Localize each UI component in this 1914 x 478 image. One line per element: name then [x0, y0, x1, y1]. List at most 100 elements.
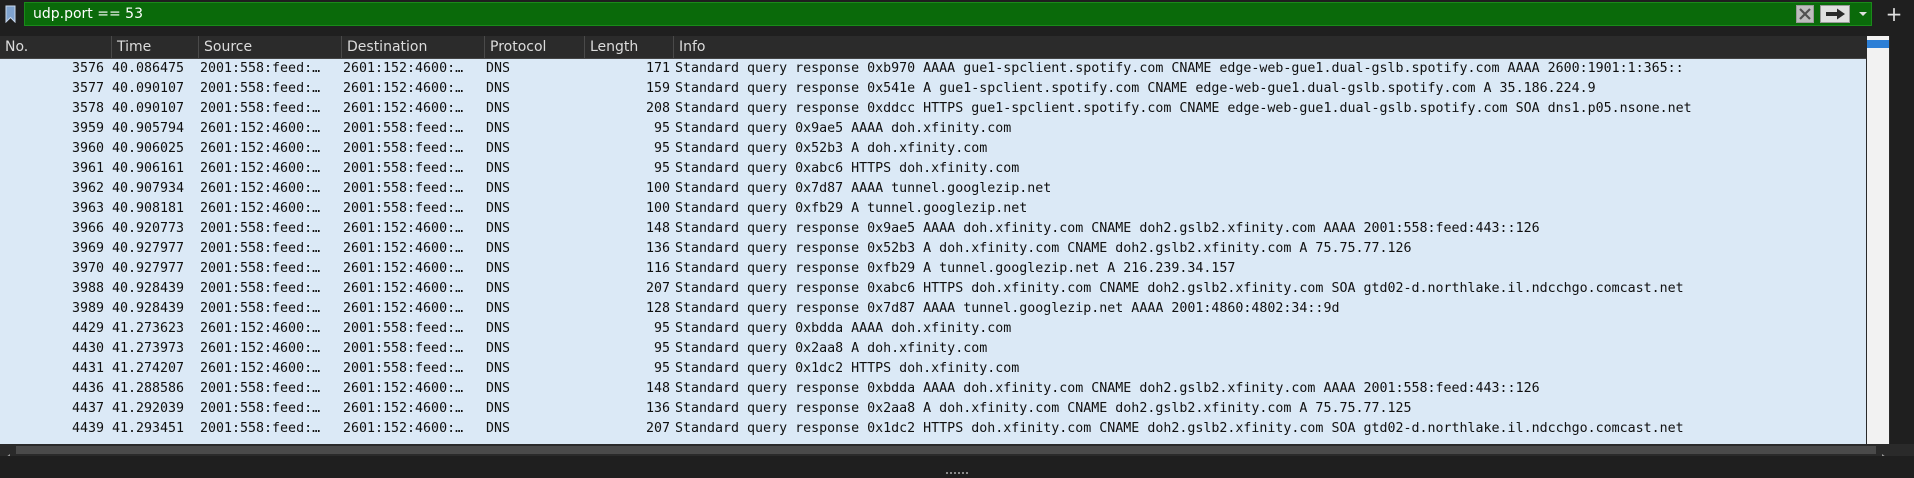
clear-filter-button[interactable] [1796, 5, 1814, 23]
cell-source: 2601:152:4600:… [200, 361, 321, 376]
table-row[interactable]: 4437 41.292039 2001:558:feed:… 2601:152:460… [0, 399, 1866, 419]
column-header-info[interactable]: Info [674, 36, 1866, 58]
packet-rows: 3576 40.086475 2001:558:feed:… 2601:152:460… [0, 59, 1866, 439]
column-header-protocol[interactable]: Protocol [485, 36, 585, 58]
cell-time: 40.086475 [112, 61, 185, 76]
cell-destination: 2001:558:feed:… [343, 141, 464, 156]
cell-source: 2001:558:feed:… [200, 301, 321, 316]
splitter-grip-icon[interactable] [946, 459, 968, 474]
chevron-down-icon [1859, 12, 1867, 16]
cell-protocol: DNS [486, 301, 511, 316]
cell-protocol: DNS [486, 201, 511, 216]
cell-length: 159 [645, 81, 670, 96]
table-row[interactable]: 4436 41.288586 2001:558:feed:… 2601:152:460… [0, 379, 1866, 399]
cell-info: Standard query 0xabc6 HTTPS doh.xfinity.… [675, 161, 1020, 176]
cell-destination: 2601:152:4600:… [343, 301, 464, 316]
cell-destination: 2601:152:4600:… [343, 281, 464, 296]
table-row[interactable]: 3962 40.907934 2601:152:4600:… 2001:558:fee… [0, 179, 1866, 199]
cell-time: 41.292039 [112, 401, 185, 416]
cell-time: 41.293451 [112, 421, 185, 436]
cell-no: 4430 [71, 341, 104, 356]
cell-info: Standard query 0x7d87 AAAA tunnel.google… [675, 181, 1052, 196]
cell-length: 95 [653, 361, 670, 376]
cell-info: Standard query response 0x2aa8 A doh.xfi… [675, 401, 1412, 416]
packet-minimap[interactable] [1867, 36, 1889, 456]
cell-destination: 2001:558:feed:… [343, 341, 464, 356]
cell-protocol: DNS [486, 181, 511, 196]
table-row[interactable]: 4429 41.273623 2601:152:4600:… 2001:558:fee… [0, 319, 1866, 339]
column-header-destination[interactable]: Destination [342, 36, 485, 58]
cell-destination: 2001:558:feed:… [343, 361, 464, 376]
cell-length: 207 [645, 421, 670, 436]
table-row[interactable]: 3970 40.927977 2001:558:feed:… 2601:152:460… [0, 259, 1866, 279]
cell-time: 41.273973 [112, 341, 185, 356]
table-row[interactable]: 3576 40.086475 2001:558:feed:… 2601:152:460… [0, 59, 1866, 79]
table-row[interactable]: 3578 40.090107 2001:558:feed:… 2601:152:460… [0, 99, 1866, 119]
cell-source: 2601:152:4600:… [200, 161, 321, 176]
cell-protocol: DNS [486, 281, 511, 296]
cell-no: 3966 [71, 221, 104, 236]
scrollbar-gutter [1890, 36, 1914, 456]
cell-protocol: DNS [486, 161, 511, 176]
apply-filter-button[interactable] [1820, 5, 1850, 23]
column-header-time[interactable]: Time [112, 36, 199, 58]
cell-no: 3577 [71, 81, 104, 96]
table-row[interactable]: 4431 41.274207 2601:152:4600:… 2001:558:fee… [0, 359, 1866, 379]
table-row[interactable]: 3963 40.908181 2601:152:4600:… 2001:558:fee… [0, 199, 1866, 219]
cell-length: 207 [645, 281, 670, 296]
cell-info: Standard query response 0xddcc HTTPS gue… [675, 101, 1692, 116]
cell-time: 40.905794 [112, 121, 185, 136]
cell-length: 148 [645, 381, 670, 396]
cell-length: 116 [645, 261, 670, 276]
bookmark-icon[interactable] [5, 5, 16, 24]
table-row[interactable]: 3577 40.090107 2001:558:feed:… 2601:152:460… [0, 79, 1866, 99]
cell-info: Standard query response 0xbdda AAAA doh.… [675, 381, 1540, 396]
cell-no: 3963 [71, 201, 104, 216]
cell-source: 2001:558:feed:… [200, 401, 321, 416]
cell-destination: 2001:558:feed:… [343, 321, 464, 336]
column-header-no[interactable]: No. [0, 36, 112, 58]
table-row[interactable]: 3966 40.920773 2001:558:feed:… 2601:152:460… [0, 219, 1866, 239]
cell-source: 2001:558:feed:… [200, 281, 321, 296]
table-row[interactable]: 3969 40.927977 2001:558:feed:… 2601:152:460… [0, 239, 1866, 259]
cell-length: 136 [645, 241, 670, 256]
cell-source: 2601:152:4600:… [200, 121, 321, 136]
add-filter-button[interactable]: + [1880, 2, 1908, 26]
scroll-right-icon[interactable] [1880, 446, 1888, 460]
column-header-length[interactable]: Length [585, 36, 674, 58]
cell-source: 2001:558:feed:… [200, 241, 321, 256]
cell-destination: 2601:152:4600:… [343, 381, 464, 396]
scroll-left-icon[interactable] [4, 446, 12, 460]
table-row[interactable]: 3961 40.906161 2601:152:4600:… 2001:558:fee… [0, 159, 1866, 179]
cell-protocol: DNS [486, 381, 511, 396]
cell-no: 3970 [71, 261, 104, 276]
cell-source: 2001:558:feed:… [200, 261, 321, 276]
table-row[interactable]: 3988 40.928439 2001:558:feed:… 2601:152:460… [0, 279, 1866, 299]
cell-time: 40.920773 [112, 221, 185, 236]
cell-info: Standard query 0x9ae5 AAAA doh.xfinity.c… [675, 121, 1012, 136]
scrollbar-thumb[interactable] [1867, 40, 1889, 48]
cell-time: 40.907934 [112, 181, 185, 196]
cell-no: 3969 [71, 241, 104, 256]
cell-length: 208 [645, 101, 670, 116]
table-row[interactable]: 4430 41.273973 2601:152:4600:… 2001:558:fee… [0, 339, 1866, 359]
cell-no: 3576 [71, 61, 104, 76]
cell-time: 40.908181 [112, 201, 185, 216]
cell-destination: 2601:152:4600:… [343, 101, 464, 116]
table-row[interactable]: 3960 40.906025 2601:152:4600:… 2001:558:fee… [0, 139, 1866, 159]
filter-history-dropdown[interactable] [1856, 5, 1870, 23]
horizontal-scrollbar-thumb[interactable] [16, 446, 1876, 454]
table-row[interactable]: 3959 40.905794 2601:152:4600:… 2001:558:fee… [0, 119, 1866, 139]
table-row[interactable]: 3989 40.928439 2001:558:feed:… 2601:152:460… [0, 299, 1866, 319]
column-header-source[interactable]: Source [199, 36, 342, 58]
cell-destination: 2001:558:feed:… [343, 201, 464, 216]
cell-protocol: DNS [486, 361, 511, 376]
cell-destination: 2001:558:feed:… [343, 121, 464, 136]
cell-no: 4431 [71, 361, 104, 376]
cell-length: 95 [653, 321, 670, 336]
cell-destination: 2601:152:4600:… [343, 61, 464, 76]
table-row[interactable]: 4439 41.293451 2001:558:feed:… 2601:152:460… [0, 419, 1866, 439]
cell-no: 4439 [71, 421, 104, 436]
clear-x-icon [1799, 8, 1811, 20]
display-filter-input[interactable]: udp.port == 53 [24, 2, 1872, 26]
